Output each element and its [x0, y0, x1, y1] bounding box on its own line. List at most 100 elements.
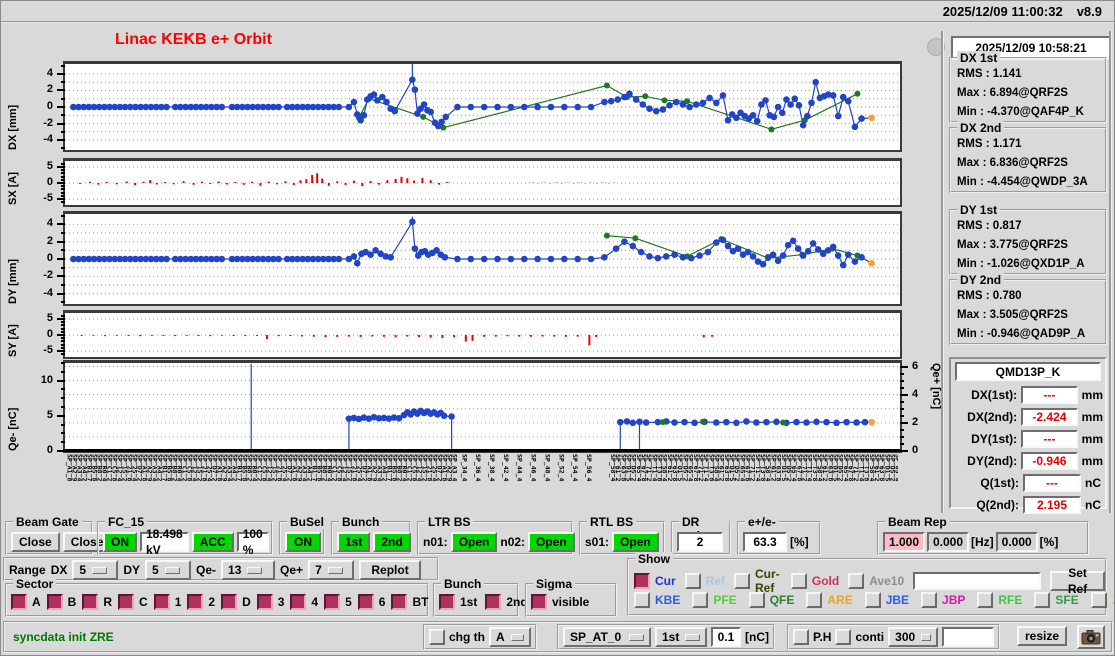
range-dy-select[interactable]: 5	[145, 560, 192, 580]
sy-y-axis-title: SY [A]	[7, 324, 19, 357]
mode-select[interactable]: A	[489, 627, 531, 647]
show-item-checkbox[interactable]	[921, 592, 938, 608]
sector-item-checkbox[interactable]	[256, 594, 273, 610]
show-item-cur-ref: Cur-Ref	[734, 567, 782, 595]
bunch-2nd-button[interactable]: 2nd	[373, 532, 411, 552]
monitor-row-label: DY(1st):	[971, 432, 1018, 446]
show-item-checkbox[interactable]	[848, 573, 865, 589]
tick-mark	[57, 350, 65, 353]
tick-mark	[61, 64, 65, 67]
fc15-on-button[interactable]: ON	[103, 532, 137, 552]
ph-checkbox[interactable]	[793, 629, 809, 645]
sx-plot: 5 0 -5 SX [A]	[7, 158, 902, 207]
tick-label: 0	[46, 252, 53, 264]
range-dx-select[interactable]: 5	[72, 560, 119, 580]
show-item-checkbox[interactable]	[864, 592, 881, 608]
show-item-checkbox[interactable]	[684, 573, 701, 589]
rtl-s01-open-button[interactable]: Open	[612, 532, 659, 552]
conti-checkbox[interactable]	[835, 629, 852, 645]
range-qem-select[interactable]: 13	[221, 560, 276, 580]
beam-gate-close-1-button[interactable]: Close	[11, 532, 60, 552]
monitor-row-unit: nC	[1085, 498, 1101, 512]
points-select[interactable]: 300	[888, 627, 939, 647]
bpm-name-label: SP_56_4	[585, 454, 594, 482]
stats-dy1-title: DY 1st	[957, 203, 1001, 217]
tick-mark	[61, 130, 65, 133]
max-label: Max :	[957, 239, 987, 251]
show-item-checkbox[interactable]	[634, 573, 650, 589]
tick-mark	[900, 386, 904, 389]
range-qep-select[interactable]: 7	[308, 560, 355, 580]
rms-value: 1.171	[992, 138, 1022, 150]
show-item-checkbox[interactable]	[692, 592, 709, 608]
show-item-checkbox[interactable]	[1090, 592, 1107, 608]
sector-item-checkbox[interactable]	[46, 594, 63, 610]
show-item-checkbox[interactable]	[806, 592, 823, 608]
tick-label: -5	[43, 344, 53, 357]
sector-item-checkbox[interactable]	[187, 594, 204, 610]
mode-value: A	[496, 630, 505, 644]
show-item-checkbox[interactable]	[748, 592, 765, 608]
max-label: Max :	[957, 87, 987, 99]
sector-item-checkbox[interactable]	[11, 594, 27, 610]
tick-mark	[61, 441, 65, 444]
busel-on-button[interactable]: ON	[285, 532, 321, 552]
sector-item-checkbox[interactable]	[357, 594, 374, 610]
show-item-checkbox[interactable]	[1034, 592, 1051, 608]
fc15-acc-button[interactable]: ACC	[191, 532, 234, 552]
dr-pulse-field[interactable]: 2	[677, 532, 723, 552]
show-item-label-text: QFE	[769, 593, 795, 607]
busel-group: BuSel ON	[279, 515, 328, 555]
tick-mark	[57, 106, 65, 108]
fc15-percent-field[interactable]: 100 %	[236, 527, 269, 557]
ltr-n02-open-button[interactable]: Open	[528, 532, 575, 552]
sector-item-label-text: B	[67, 595, 77, 609]
sector-group: Sector A B R C 1 2 D 3 4 5 6 BT	[5, 577, 429, 617]
threshold-field[interactable]: 0.1	[711, 627, 741, 647]
ee-ratio-field[interactable]: 63.3	[743, 532, 787, 552]
sector-item-checkbox[interactable]	[82, 594, 99, 610]
sector-item-label-text: 4	[311, 595, 319, 609]
show-item-checkbox[interactable]	[734, 573, 751, 589]
monitor-row: DY(1st): --- mm	[953, 428, 1103, 450]
show-item-label-text: Cur	[655, 574, 676, 588]
show-item-checkbox[interactable]	[977, 592, 994, 608]
show-item-checkbox[interactable]	[790, 573, 807, 589]
dx-y-axis-title: DX [mm]	[7, 104, 19, 150]
sector-item-checkbox[interactable]	[118, 594, 135, 610]
beam-rep-value-field[interactable]: 1.000	[883, 532, 925, 552]
rms-label: RMS :	[957, 220, 990, 232]
monitor-row-label: DY(2nd):	[967, 454, 1018, 468]
monitor-row-label: Q(2nd):	[976, 498, 1019, 512]
tick-mark	[900, 372, 904, 375]
set-ref-button[interactable]: Set Ref	[1050, 566, 1105, 596]
bpm-monitor-name[interactable]: QMD13P_K	[955, 362, 1101, 381]
bunch-select-item-checkbox[interactable]	[439, 594, 455, 610]
fc15-group: FC_15 ON 18.498 kV ACC 100 %	[97, 515, 273, 557]
bunch-label: Bunch	[339, 515, 383, 529]
bunch-select-item-1st: 1st	[439, 594, 477, 610]
ref-name-input[interactable]	[913, 572, 1042, 590]
show-item-checkbox[interactable]	[634, 592, 650, 608]
sector-item-checkbox[interactable]	[153, 594, 170, 610]
tick-mark	[900, 414, 904, 417]
resize-button[interactable]: resize	[1017, 626, 1068, 646]
chg-th-checkbox[interactable]	[429, 629, 445, 645]
tick-mark	[61, 388, 65, 391]
bunch-order-select[interactable]: 1st	[655, 627, 707, 647]
fc15-kv-field[interactable]: 18.498 kV	[140, 527, 189, 557]
show-item-zre: ZRE	[1090, 592, 1114, 608]
bunch-1st-button[interactable]: 1st	[337, 532, 371, 552]
sx-plot-canvas	[65, 166, 900, 200]
sector-item-checkbox[interactable]	[290, 594, 307, 610]
replot-button[interactable]: Replot	[359, 560, 422, 580]
sigma-item-checkbox[interactable]	[531, 594, 547, 610]
sp-at-select[interactable]: SP_AT_0	[563, 627, 651, 647]
extra-field[interactable]	[942, 627, 995, 647]
sector-item-checkbox[interactable]	[391, 594, 408, 610]
bunch-select-item-checkbox[interactable]	[485, 594, 502, 610]
screenshot-button[interactable]	[1077, 625, 1105, 649]
sector-item-checkbox[interactable]	[221, 594, 238, 610]
ltr-n01-open-button[interactable]: Open	[450, 532, 498, 552]
sector-item-checkbox[interactable]	[324, 594, 341, 610]
